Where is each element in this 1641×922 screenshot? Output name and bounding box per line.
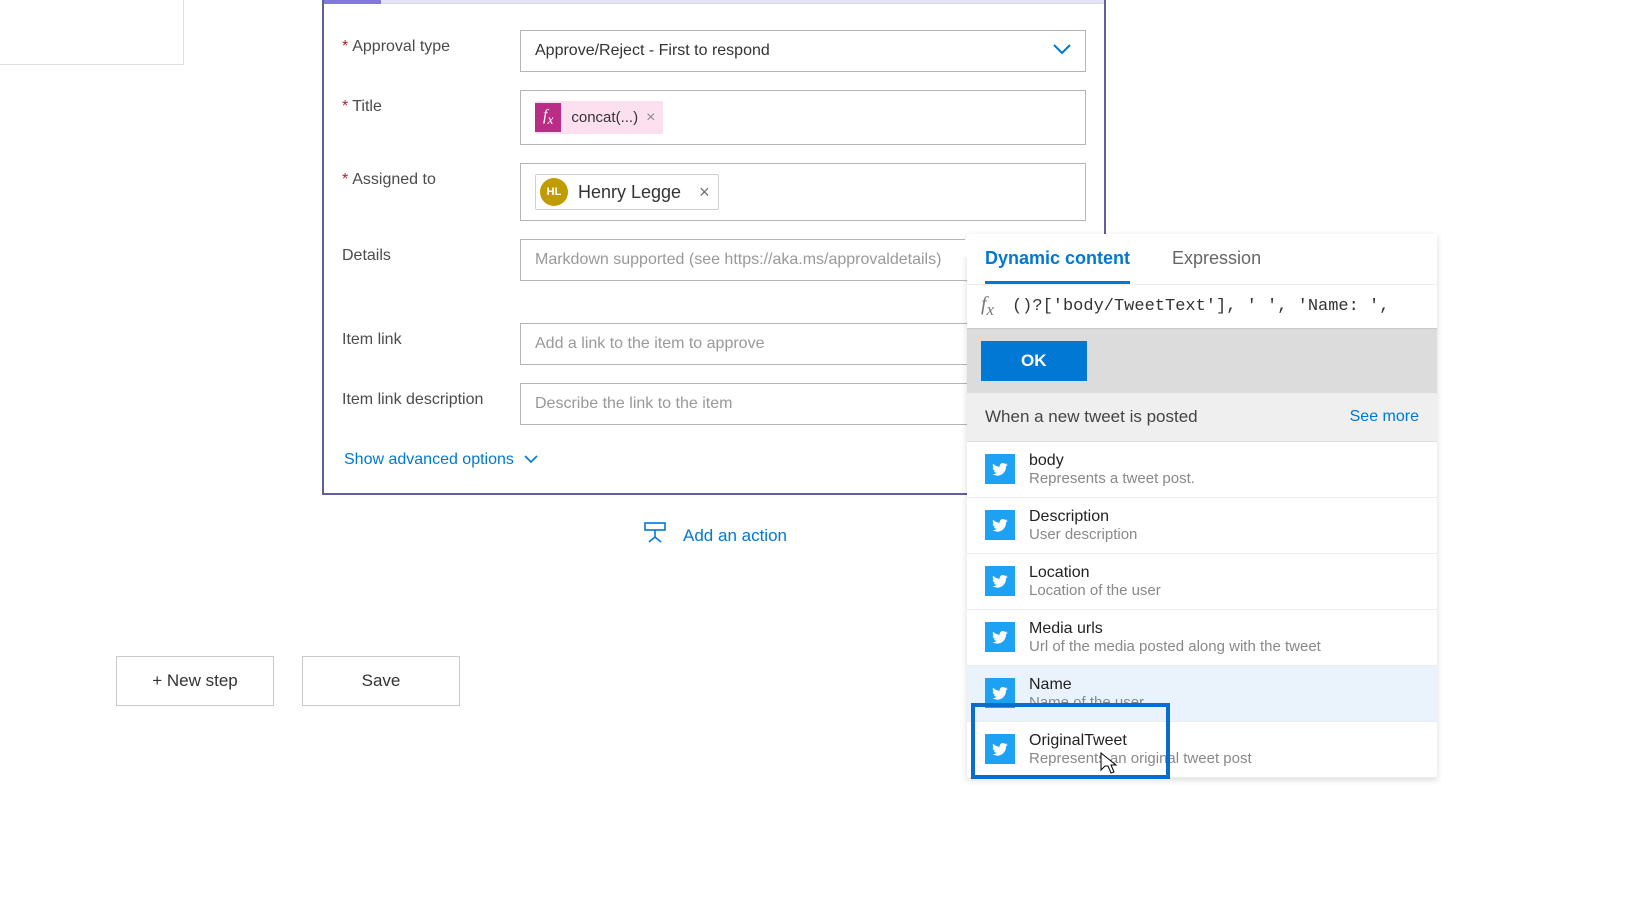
dc-item-location[interactable]: LocationLocation of the user <box>967 554 1437 610</box>
label-approval-type: Approval type <box>342 30 520 56</box>
person-name: Henry Legge <box>578 182 681 203</box>
save-button[interactable]: Save <box>302 656 460 706</box>
dc-section-header: When a new tweet is posted See more <box>967 393 1437 442</box>
left-sidebar-fragment <box>0 0 184 65</box>
twitter-icon <box>985 566 1015 596</box>
bottom-toolbar: + New step Save <box>116 656 460 706</box>
remove-token-icon[interactable]: × <box>646 109 655 127</box>
dc-item-title: body <box>1029 452 1195 470</box>
dc-section-title: When a new tweet is posted <box>985 407 1198 427</box>
add-action-label: Add an action <box>683 526 787 546</box>
ok-row: OK <box>967 329 1437 393</box>
fx-icon: fx <box>535 103 561 132</box>
dc-item-title: Name <box>1029 676 1144 694</box>
title-input[interactable]: fx concat(...) × <box>520 90 1086 145</box>
remove-person-icon[interactable]: × <box>699 182 710 203</box>
chevron-down-icon <box>524 452 538 468</box>
add-action-icon <box>641 520 669 552</box>
field-assigned-to: Assigned to HL Henry Legge × <box>342 163 1086 221</box>
label-item-link: Item link <box>342 323 520 349</box>
avatar: HL <box>540 178 568 206</box>
chevron-down-icon <box>1053 43 1071 59</box>
assigned-to-input[interactable]: HL Henry Legge × <box>520 163 1086 221</box>
field-title: Title fx concat(...) × <box>342 90 1086 145</box>
approval-type-value: Approve/Reject - First to respond <box>535 42 770 60</box>
mouse-cursor-icon <box>1098 751 1118 777</box>
card-header <box>324 0 1104 4</box>
panel-tabs: Dynamic content Expression <box>967 234 1437 285</box>
twitter-icon <box>985 678 1015 708</box>
dc-item-desc: User description <box>1029 526 1137 543</box>
dc-item-desc: Represents a tweet post. <box>1029 470 1195 487</box>
person-token[interactable]: HL Henry Legge × <box>535 174 719 210</box>
expression-editor[interactable]: fx ()?['body/TweetText'], ' ', 'Name: ', <box>967 285 1437 329</box>
label-assigned-to: Assigned to <box>342 163 520 189</box>
approval-type-select[interactable]: Approve/Reject - First to respond <box>520 30 1086 72</box>
approval-connector-icon <box>324 0 381 4</box>
label-details: Details <box>342 239 520 265</box>
dc-item-name[interactable]: NameName of the user <box>967 666 1437 722</box>
tab-expression[interactable]: Expression <box>1172 248 1261 284</box>
dc-item-original-tweet[interactable]: OriginalTweetRepresents an original twee… <box>967 722 1437 778</box>
fx-icon: fx <box>981 293 994 320</box>
panel-pointer-icon <box>955 238 967 258</box>
twitter-icon <box>985 510 1015 540</box>
twitter-icon <box>985 622 1015 652</box>
ok-button[interactable]: OK <box>981 341 1087 381</box>
dc-item-title: Location <box>1029 564 1161 582</box>
dc-item-media-urls[interactable]: Media urlsUrl of the media posted along … <box>967 610 1437 666</box>
dc-item-desc: Url of the media posted along with the t… <box>1029 638 1321 655</box>
label-item-link-desc: Item link description <box>342 383 520 409</box>
dc-item-desc: Name of the user <box>1029 694 1144 711</box>
dc-item-title: Description <box>1029 508 1137 526</box>
dc-item-title: OriginalTweet <box>1029 732 1252 750</box>
label-title: Title <box>342 90 520 116</box>
dc-item-description[interactable]: DescriptionUser description <box>967 498 1437 554</box>
new-step-button[interactable]: + New step <box>116 656 274 706</box>
twitter-icon <box>985 454 1015 484</box>
dc-item-body[interactable]: bodyRepresents a tweet post. <box>967 442 1437 498</box>
advanced-label: Show advanced options <box>344 451 514 469</box>
tab-dynamic-content[interactable]: Dynamic content <box>985 248 1130 284</box>
twitter-icon <box>985 734 1015 764</box>
expression-token-label: concat(...) <box>571 109 638 126</box>
field-approval-type: Approval type Approve/Reject - First to … <box>342 30 1086 72</box>
dynamic-content-panel: Dynamic content Expression fx ()?['body/… <box>967 234 1437 778</box>
dc-item-title: Media urls <box>1029 620 1321 638</box>
dc-item-desc: Location of the user <box>1029 582 1161 599</box>
expression-text: ()?['body/TweetText'], ' ', 'Name: ', <box>1012 297 1389 316</box>
expression-token[interactable]: fx concat(...) × <box>535 101 663 134</box>
see-more-link[interactable]: See more <box>1350 408 1419 426</box>
dc-item-list: bodyRepresents a tweet post. Description… <box>967 442 1437 778</box>
dc-item-desc: Represents an original tweet post <box>1029 750 1252 767</box>
